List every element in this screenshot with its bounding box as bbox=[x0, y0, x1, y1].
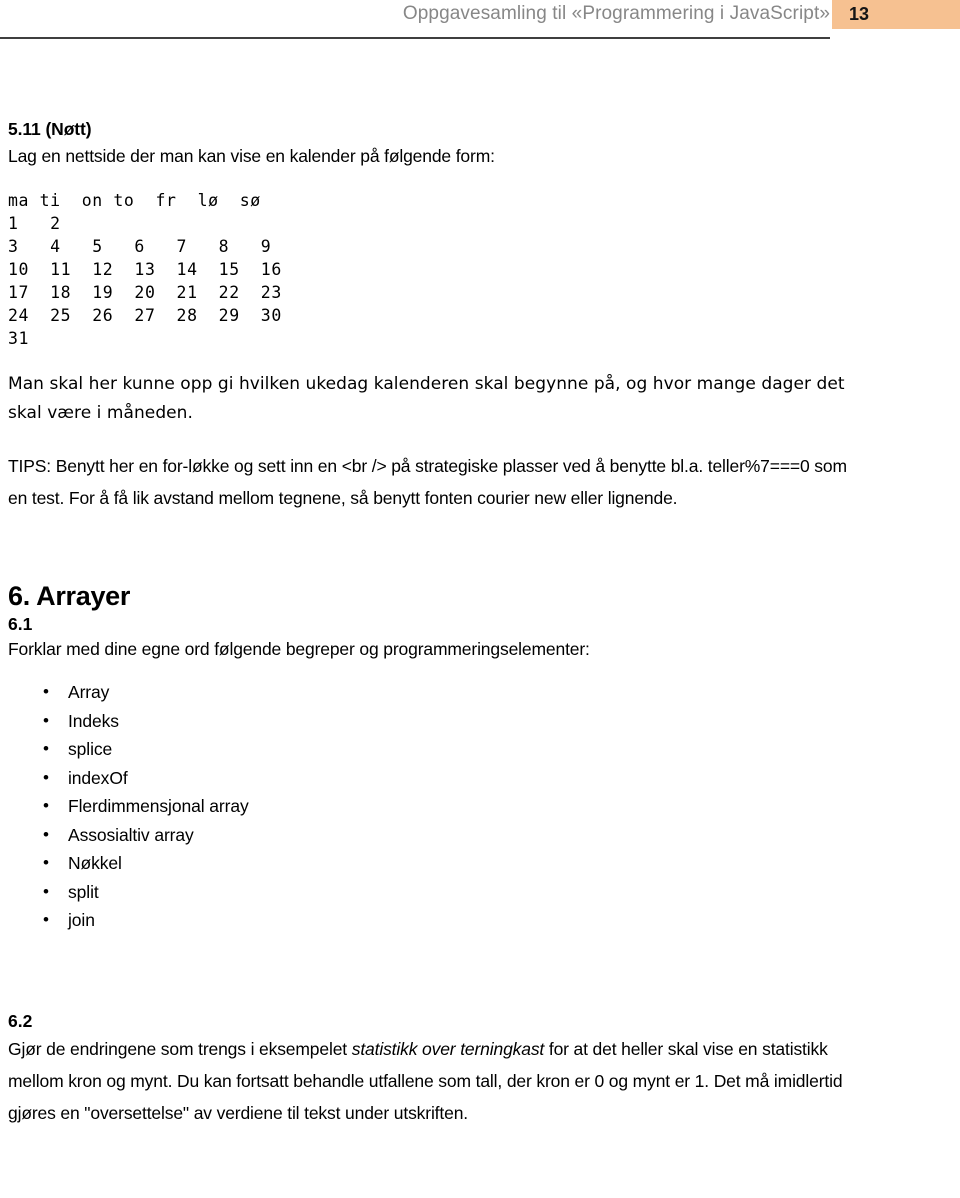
list-item-label: Array bbox=[68, 682, 110, 702]
chapter-heading-6: 6. Arrayer bbox=[8, 581, 131, 611]
list-item: • split bbox=[8, 878, 848, 907]
calendar-sample-block: ma ti on to fr lø sø 1 2 3 4 5 6 7 8 9 1… bbox=[8, 191, 282, 348]
bullet-icon: • bbox=[43, 682, 49, 701]
list-item-label: splice bbox=[68, 739, 113, 759]
list-item: • Assosialtiv array bbox=[8, 821, 848, 850]
list-item-label: Indeks bbox=[68, 710, 119, 731]
bullet-icon: • bbox=[43, 853, 49, 872]
list-item-label: join bbox=[68, 910, 95, 930]
page-number: 13 bbox=[849, 4, 870, 24]
bullet-icon: • bbox=[43, 796, 49, 815]
term-list: • Array • Indeks • splice • indexOf • Fl… bbox=[8, 678, 848, 935]
exercise-6-2-italic-phrase: statistikk over terningkast bbox=[351, 1038, 545, 1059]
bullet-icon: • bbox=[43, 910, 49, 929]
list-item: • join bbox=[8, 906, 848, 935]
bullet-icon: • bbox=[43, 710, 49, 730]
exercise-6-2-text-part1: Gjør de endringene som trengs i eksempel… bbox=[8, 1038, 352, 1059]
list-item: • splice bbox=[8, 735, 848, 764]
bullet-icon: • bbox=[43, 739, 49, 758]
exercise-heading-5-11: 5.11 (Nøtt) bbox=[8, 119, 92, 139]
exercise-description-5-11: Man skal her kunne opp gi hvilken ukedag… bbox=[8, 374, 845, 423]
list-item: • Array bbox=[8, 678, 848, 707]
list-item-label: Flerdimmensjonal array bbox=[68, 796, 249, 816]
exercise-number-6-2: 6.2 bbox=[8, 1010, 33, 1031]
list-item: • indexOf bbox=[8, 764, 848, 793]
exercise-intro-5-11: Lag en nettside der man kan vise en kale… bbox=[8, 146, 495, 166]
list-item-label: split bbox=[68, 881, 99, 902]
list-item: • Nøkkel bbox=[8, 849, 848, 878]
page-header: Oppgavesamling til «Programmering i Java… bbox=[0, 0, 960, 40]
header-title: Oppgavesamling til «Programmering i Java… bbox=[402, 3, 830, 24]
exercise-tips-5-11: TIPS: Benytt her en for-løkke og sett in… bbox=[8, 456, 847, 508]
exercise-number-6-1: 6.1 bbox=[8, 614, 33, 634]
list-item-label: Nøkkel bbox=[68, 853, 122, 873]
document-content: 5.11 (Nøtt) Lag en nettside der man kan … bbox=[8, 118, 848, 1129]
list-item: • Flerdimmensjonal array bbox=[8, 792, 848, 821]
bullet-icon: • bbox=[43, 767, 49, 787]
list-item: • Indeks bbox=[8, 707, 848, 736]
bullet-icon: • bbox=[43, 881, 49, 901]
list-item-label: Assosialtiv array bbox=[68, 824, 194, 845]
exercise-intro-6-1: Forklar med dine egne ord følgende begre… bbox=[8, 639, 590, 659]
bullet-icon: • bbox=[43, 824, 49, 844]
header-divider bbox=[0, 37, 830, 39]
list-item-label: indexOf bbox=[68, 767, 128, 788]
exercise-body-6-2: Gjør de endringene som trengs i eksempel… bbox=[8, 1033, 848, 1129]
page-number-badge: 13 bbox=[832, 0, 960, 29]
